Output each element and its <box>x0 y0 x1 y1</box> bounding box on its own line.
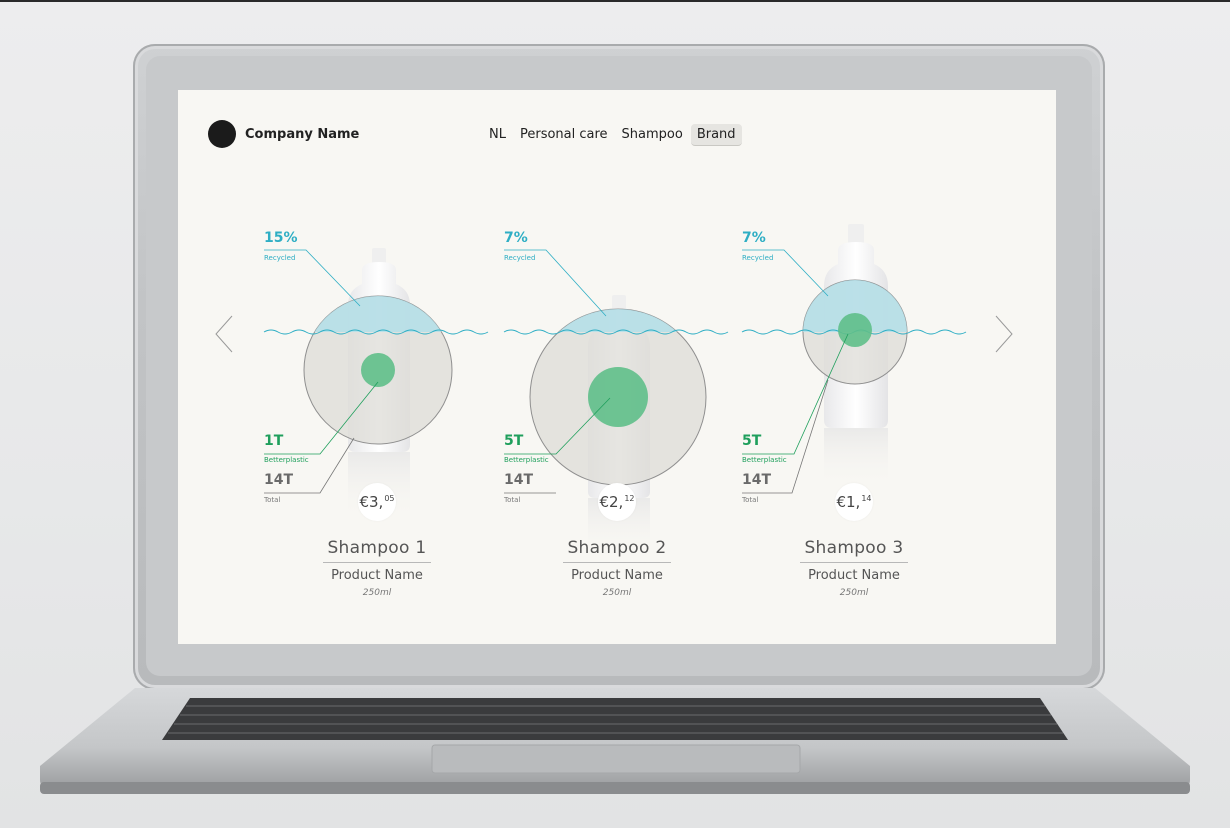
recycled-value-3: 7% <box>742 230 766 246</box>
price-main-2: €2, <box>599 493 624 511</box>
total-label-2: Total <box>504 496 521 504</box>
betterplastic-circle-3 <box>838 313 872 347</box>
price-cents-1: 05 <box>384 493 395 503</box>
laptop-base <box>40 688 1190 794</box>
chevron-left-icon[interactable] <box>212 314 236 354</box>
chevron-right-icon[interactable] <box>992 314 1016 354</box>
price-badge-3: €1, 14 <box>835 483 873 521</box>
product-size-1: 250ml <box>362 588 392 598</box>
price-main-3: €1, <box>836 493 861 511</box>
total-value-2: 14T <box>504 472 534 488</box>
total-label-3: Total <box>742 496 759 504</box>
betterplastic-label-2: Betterplastic <box>504 456 549 464</box>
recycled-value-1: 15% <box>264 230 298 246</box>
product-category-1[interactable]: Shampoo 1 <box>307 538 447 558</box>
recycled-label-1: Recycled <box>264 254 296 262</box>
betterplastic-label-1: Betterplastic <box>264 456 309 464</box>
product-size-3: 250ml <box>839 588 869 598</box>
product-name-1[interactable]: Product Name <box>307 568 447 583</box>
price-cents-2: 12 <box>624 493 635 503</box>
betterplastic-value-1: 1T <box>264 433 284 449</box>
price-badge-2: €2, 12 <box>598 483 636 521</box>
betterplastic-value-2: 5T <box>504 433 524 449</box>
betterplastic-value-3: 5T <box>742 433 762 449</box>
product-category-3[interactable]: Shampoo 3 <box>784 538 924 558</box>
recycled-label-3: Recycled <box>742 254 774 262</box>
product-category-2[interactable]: Shampoo 2 <box>547 538 687 558</box>
top-rule <box>0 0 1230 2</box>
product-divider-3 <box>800 562 908 563</box>
price-cents-3: 14 <box>861 493 872 503</box>
total-label-1: Total <box>264 496 281 504</box>
product-divider-1 <box>323 562 431 563</box>
product-name-2[interactable]: Product Name <box>547 568 687 583</box>
screen: Company Name NL Personal care Shampoo Br… <box>178 90 1056 644</box>
betterplastic-circle-1 <box>361 353 395 387</box>
price-main-1: €3, <box>359 493 384 511</box>
recycled-label-2: Recycled <box>504 254 536 262</box>
product-size-2: 250ml <box>602 588 632 598</box>
betterplastic-circle-2 <box>588 367 648 427</box>
product-divider-2 <box>563 562 671 563</box>
product-visualization <box>263 224 967 558</box>
recycled-value-2: 7% <box>504 230 528 246</box>
total-value-3: 14T <box>742 472 772 488</box>
total-value-1: 14T <box>264 472 294 488</box>
betterplastic-label-3: Betterplastic <box>742 456 787 464</box>
price-badge-1: €3, 05 <box>358 483 396 521</box>
product-name-3[interactable]: Product Name <box>784 568 924 583</box>
